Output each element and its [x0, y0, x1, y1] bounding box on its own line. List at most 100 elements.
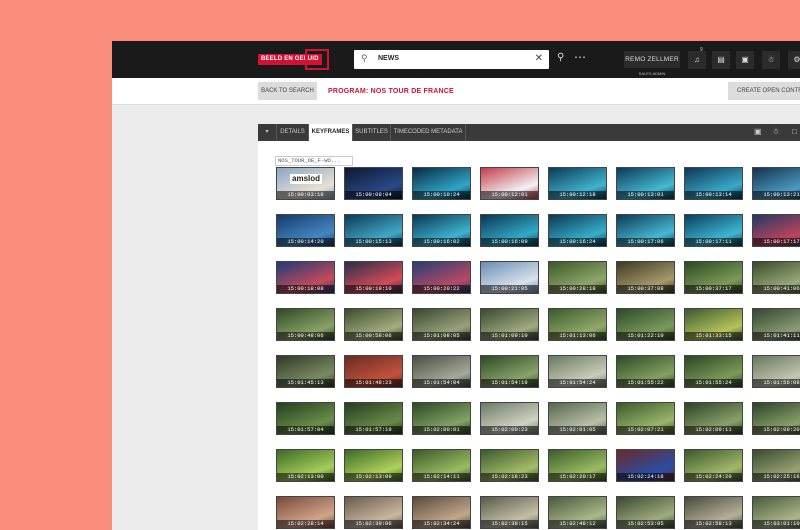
more-icon[interactable]: ⋯ — [574, 50, 586, 64]
keyframe-timecode: 15:00:16:24 — [549, 238, 606, 246]
keyframe-thumbnail[interactable]: 15:00:14:20 — [276, 214, 335, 247]
keyframe-thumbnail[interactable]: 15:02:34:24 — [412, 496, 471, 529]
keyframe-thumbnail[interactable]: 15:02:25:16 — [752, 449, 800, 482]
tab-subtitles[interactable]: SUBTITLES — [353, 124, 391, 141]
keyframe-thumbnail[interactable]: 15:02:13:00 — [276, 449, 335, 482]
keyframe-thumbnail[interactable]: 15:02:00:01 — [412, 402, 471, 435]
keyframe-thumbnail[interactable]: 15:00:16:24 — [548, 214, 607, 247]
back-to-search-button[interactable]: BACK TO SEARCH — [258, 82, 317, 100]
folder-button[interactable]: ▣ — [736, 51, 754, 69]
filter-chip[interactable]: NOS_TOUR_DE_F-WO... — [275, 156, 353, 166]
keyframe-thumbnail[interactable]: 15:02:38:15 — [480, 496, 539, 529]
keyframe-thumbnail[interactable]: 15:02:14:11 — [412, 449, 471, 482]
keyframe-thumbnail[interactable]: 15:01:41:11 — [752, 308, 800, 341]
keyframe-thumbnail[interactable]: 15:01:55:24 — [684, 355, 743, 388]
keyframe-thumbnail[interactable]: 15:00:15:13 — [344, 214, 403, 247]
tab-collapse[interactable]: ▾ — [258, 124, 277, 141]
keyframe-thumbnail[interactable]: 15:00:58:06 — [344, 308, 403, 341]
keyframe-timecode: 15:00:20:22 — [413, 285, 470, 293]
keyframe-thumbnail[interactable]: 15:02:09:20 — [752, 402, 800, 435]
search-icon[interactable]: ⚲ — [557, 52, 564, 63]
keyframe-thumbnail[interactable]: amslod 15:00:03:18 — [276, 167, 335, 200]
keyframe-thumbnail[interactable]: 15:00:17:11 — [684, 214, 743, 247]
keyframe-thumbnail[interactable]: 15:02:00:23 — [480, 402, 539, 435]
keyframe-thumbnail[interactable]: 15:01:54:19 — [480, 355, 539, 388]
create-open-contract-button[interactable]: CREATE OPEN CONTRACT — [728, 82, 800, 100]
keyframe-thumbnail[interactable]: 15:01:57:19 — [344, 402, 403, 435]
export-icon[interactable]: □ — [792, 127, 797, 136]
keyframe-thumbnail[interactable]: 15:00:19:10 — [344, 261, 403, 294]
keyframe-thumbnail[interactable]: 15:00:20:22 — [412, 261, 471, 294]
keyframe-thumbnail[interactable]: 15:00:09:04 — [344, 167, 403, 200]
keyframe-timecode: 15:01:54:19 — [481, 379, 538, 387]
keyframe-thumbnail[interactable]: 15:00:18:08 — [276, 261, 335, 294]
keyframe-thumbnail[interactable]: 15:01:33:15 — [684, 308, 743, 341]
keyframe-thumbnail[interactable]: 15:01:45:13 — [276, 355, 335, 388]
user-menu-button[interactable]: REMO ZELLMER — [624, 51, 680, 68]
documents-button[interactable]: ▤ — [712, 51, 730, 69]
cart-icon[interactable]: ☃ — [772, 127, 779, 136]
keyframe-timecode: 15:00:14:20 — [277, 238, 334, 246]
keyframe-thumbnail[interactable]: 15:00:12:18 — [548, 167, 607, 200]
keyframe-thumbnail[interactable]: 15:02:09:11 — [684, 402, 743, 435]
keyframe-thumbnail[interactable]: 15:02:53:05 — [616, 496, 675, 529]
search-input[interactable]: ⚲ NEWS ✕ — [354, 50, 549, 69]
extra-button[interactable]: ⚙ — [788, 51, 800, 69]
keyframe-thumbnail[interactable]: 15:00:16:02 — [412, 214, 471, 247]
notifications-button[interactable]: ♫ — [688, 51, 706, 69]
keyframe-thumbnail[interactable]: 15:01:13:06 — [548, 308, 607, 341]
keyframe-thumbnail[interactable]: 15:00:28:18 — [548, 261, 607, 294]
keyframe-thumbnail[interactable]: 15:00:10:24 — [412, 167, 471, 200]
keyframe-thumbnail[interactable]: 15:00:13:21 — [752, 167, 800, 200]
keyframe-thumbnail[interactable]: 15:00:41:06 — [752, 261, 800, 294]
keyframe-timecode: 15:00:18:08 — [277, 285, 334, 293]
keyframe-thumbnail[interactable]: 15:00:37:17 — [684, 261, 743, 294]
settings-icon: ⚙ — [793, 55, 800, 64]
keyframe-thumbnail[interactable]: 15:02:28:14 — [276, 496, 335, 529]
keyframe-timecode: 15:02:58:13 — [685, 520, 742, 528]
keyframe-thumbnail[interactable]: 15:00:48:06 — [276, 308, 335, 341]
keyframe-thumbnail[interactable]: 15:00:21:05 — [480, 261, 539, 294]
keyframe-thumbnail[interactable]: 15:01:48:23 — [344, 355, 403, 388]
folder-icon[interactable]: ▣ — [754, 127, 762, 136]
keyframe-thumbnail[interactable]: 15:02:24:18 — [616, 449, 675, 482]
keyframe-timecode: 15:00:16:09 — [481, 238, 538, 246]
keyframe-timecode: 15:02:09:20 — [753, 426, 800, 434]
keyframe-thumbnail[interactable]: 15:00:16:09 — [480, 214, 539, 247]
close-icon[interactable]: ✕ — [535, 53, 543, 64]
keyframe-timecode: 15:02:38:15 — [481, 520, 538, 528]
keyframe-thumbnail[interactable]: 15:02:07:21 — [616, 402, 675, 435]
keyframe-thumbnail[interactable]: 15:00:12:01 — [480, 167, 539, 200]
keyframe-thumbnail[interactable]: 15:02:20:17 — [548, 449, 607, 482]
keyframe-thumbnail[interactable]: 15:02:58:13 — [684, 496, 743, 529]
keyframe-thumbnail[interactable]: 15:01:09:10 — [480, 308, 539, 341]
keyframe-thumbnail[interactable]: 15:01:54:04 — [412, 355, 471, 388]
keyframe-thumbnail[interactable]: 15:01:56:08 — [752, 355, 800, 388]
keyframe-timecode: 15:02:20:17 — [549, 473, 606, 481]
keyframe-thumbnail[interactable]: 15:00:13:01 — [616, 167, 675, 200]
keyframe-thumbnail[interactable]: 15:01:57:04 — [276, 402, 335, 435]
keyframe-thumbnail[interactable]: 15:02:24:20 — [684, 449, 743, 482]
keyframe-thumbnail[interactable]: 15:00:17:17 — [752, 214, 800, 247]
keyframe-thumbnail[interactable]: 15:02:13:09 — [344, 449, 403, 482]
cart-button[interactable]: ☃ — [762, 51, 780, 69]
keyframe-thumbnail[interactable]: 15:01:54:24 — [548, 355, 607, 388]
keyframe-thumbnail[interactable]: 15:00:37:08 — [616, 261, 675, 294]
keyframe-thumbnail[interactable]: 15:02:01:05 — [548, 402, 607, 435]
tab-timecoded-metadata[interactable]: TIMECODED METADATA — [391, 124, 466, 141]
keyframe-thumbnail[interactable]: 15:01:08:05 — [412, 308, 471, 341]
keyframe-timecode: 15:00:13:01 — [617, 191, 674, 199]
keyframe-timecode: 15:01:08:05 — [413, 332, 470, 340]
keyframe-thumbnail[interactable]: 15:02:30:06 — [344, 496, 403, 529]
cart-icon: ☃ — [767, 55, 775, 64]
keyframe-thumbnail[interactable]: 15:01:22:10 — [616, 308, 675, 341]
keyframe-thumbnail[interactable]: 15:01:55:22 — [616, 355, 675, 388]
keyframe-thumbnail[interactable]: 15:02:18:23 — [480, 449, 539, 482]
tab-keyframes[interactable]: KEYFRAMES — [309, 124, 353, 141]
keyframe-timecode: 15:02:07:21 — [617, 426, 674, 434]
keyframe-thumbnail[interactable]: 15:03:01:10 — [752, 496, 800, 529]
keyframe-thumbnail[interactable]: 15:00:13:14 — [684, 167, 743, 200]
tab-details[interactable]: DETAILS — [277, 124, 309, 141]
keyframe-thumbnail[interactable]: 15:02:49:12 — [548, 496, 607, 529]
keyframe-thumbnail[interactable]: 15:00:17:06 — [616, 214, 675, 247]
